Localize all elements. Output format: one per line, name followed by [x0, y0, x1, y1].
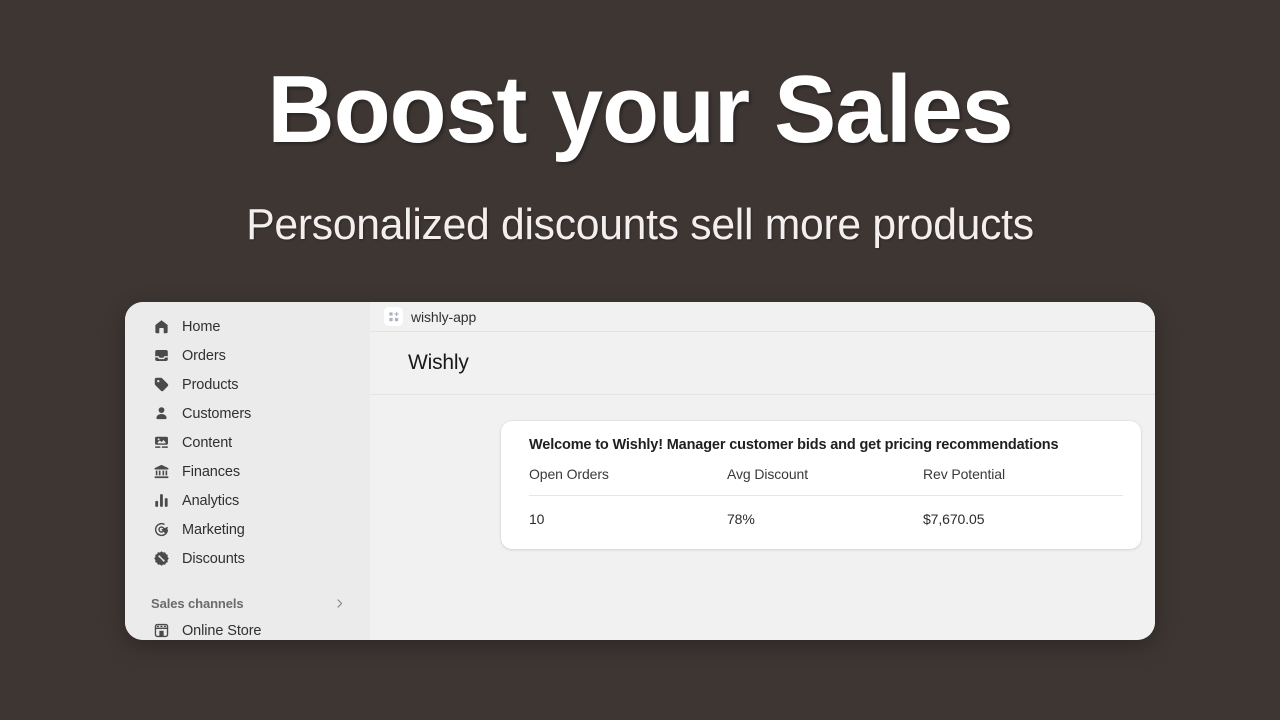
app-topbar: wishly-app [370, 302, 1155, 332]
sidebar: Home Orders Products Customers Content F… [125, 302, 370, 640]
person-icon [151, 404, 171, 424]
sidebar-item-analytics[interactable]: Analytics [133, 486, 362, 515]
hero-title: Boost your Sales [267, 56, 1013, 163]
sidebar-item-label: Products [182, 376, 239, 393]
product-tag-icon [151, 375, 171, 395]
welcome-card-title: Welcome to Wishly! Manager customer bids… [529, 437, 1059, 453]
hero-subtitle: Personalized discounts sell more product… [246, 200, 1034, 249]
hero-section: Boost your Sales Personalized discounts … [0, 0, 1280, 250]
sidebar-item-label: Home [182, 318, 221, 335]
sidebar-section-sales-channels[interactable]: Sales channels [133, 590, 362, 616]
sidebar-item-marketing[interactable]: Marketing [133, 515, 362, 544]
sidebar-item-label: Discounts [182, 550, 245, 567]
sidebar-item-label: Marketing [182, 521, 245, 538]
main-area: wishly-app Wishly Welcome to Wishly! Man… [370, 302, 1155, 640]
bank-icon [151, 462, 171, 482]
cell-rev-potential: $7,670.05 [923, 511, 985, 527]
sidebar-item-content[interactable]: Content [133, 428, 362, 457]
sidebar-section-label: Sales channels [151, 595, 244, 611]
page-content: Welcome to Wishly! Manager customer bids… [370, 395, 1155, 640]
table-header-row: Open Orders Avg Discount Rev Potential [529, 466, 1123, 496]
metrics-table: Open Orders Avg Discount Rev Potential 1… [529, 466, 1123, 527]
welcome-card: Welcome to Wishly! Manager customer bids… [501, 421, 1141, 549]
column-header-open-orders: Open Orders [529, 466, 727, 496]
bar-chart-icon [151, 491, 171, 511]
sidebar-item-finances[interactable]: Finances [133, 457, 362, 486]
page-header: Wishly [370, 332, 1155, 395]
sidebar-item-label: Online Store [182, 622, 262, 639]
storefront-icon [151, 621, 171, 641]
sidebar-item-online-store[interactable]: Online Store [133, 616, 362, 640]
cell-open-orders: 10 [529, 511, 545, 527]
orders-inbox-icon [151, 346, 171, 366]
sidebar-item-orders[interactable]: Orders [133, 341, 362, 370]
content-image-icon [151, 433, 171, 453]
sidebar-item-label: Analytics [182, 492, 240, 509]
target-cursor-icon [151, 520, 171, 540]
sidebar-item-label: Customers [182, 405, 252, 422]
column-header-avg-discount: Avg Discount [727, 466, 923, 496]
table-row: 10 78% $7,670.05 [529, 496, 1123, 527]
sidebar-item-products[interactable]: Products [133, 370, 362, 399]
sidebar-item-customers[interactable]: Customers [133, 399, 362, 428]
cell-avg-discount: 78% [727, 511, 755, 527]
sidebar-item-label: Orders [182, 347, 226, 364]
sidebar-item-label: Content [182, 434, 233, 451]
page-title: Wishly [408, 351, 469, 374]
home-icon [151, 317, 171, 337]
sidebar-item-discounts[interactable]: Discounts [133, 544, 362, 573]
sidebar-item-home[interactable]: Home [133, 312, 362, 341]
app-window: Home Orders Products Customers Content F… [125, 302, 1155, 640]
column-header-rev-potential: Rev Potential [923, 466, 1123, 496]
chevron-right-icon[interactable] [333, 597, 346, 610]
apps-grid-plus-icon [384, 307, 403, 326]
discount-percent-badge-icon [151, 549, 171, 569]
app-name-label[interactable]: wishly-app [411, 309, 476, 325]
sidebar-item-label: Finances [182, 463, 241, 480]
